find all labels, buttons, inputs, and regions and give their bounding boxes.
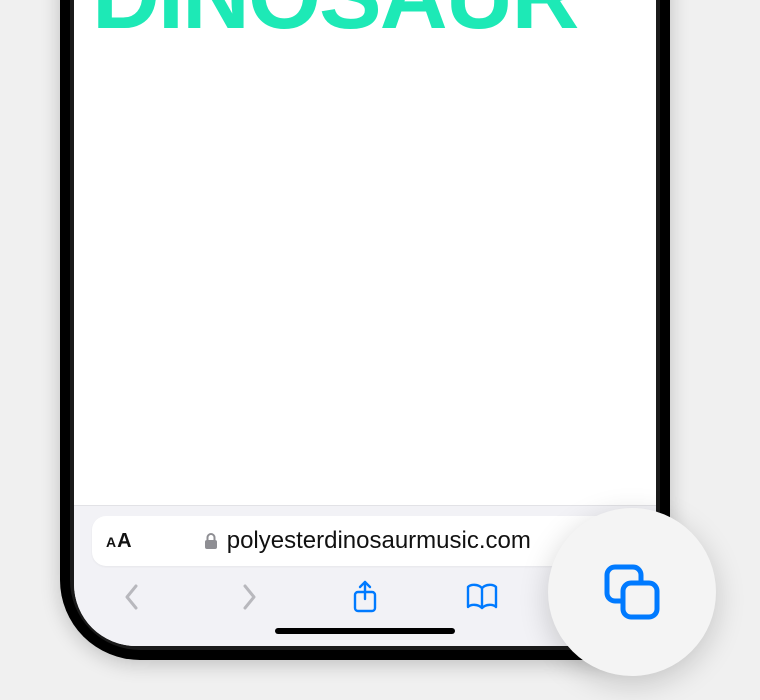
book-icon bbox=[465, 582, 499, 612]
text-size-small-a: A bbox=[106, 534, 116, 550]
text-size-button[interactable]: A A bbox=[106, 530, 132, 553]
bookmarks-button[interactable] bbox=[458, 573, 506, 621]
forward-button[interactable] bbox=[225, 573, 273, 621]
chevron-left-icon bbox=[122, 582, 142, 612]
home-indicator[interactable] bbox=[275, 628, 455, 634]
text-size-large-a: A bbox=[117, 530, 131, 553]
webpage-content[interactable]: POLYESTER DINOSAUR bbox=[74, 0, 656, 505]
lock-icon bbox=[203, 532, 219, 550]
share-button[interactable] bbox=[341, 573, 389, 621]
tabs-callout bbox=[548, 508, 716, 676]
hero-text-line2: DINOSAUR bbox=[92, 0, 638, 39]
chevron-right-icon bbox=[239, 582, 259, 612]
back-button[interactable] bbox=[108, 573, 156, 621]
tabs-icon bbox=[597, 557, 667, 627]
url-text: polyesterdinosaurmusic.com bbox=[227, 527, 531, 555]
url-display[interactable]: polyesterdinosaurmusic.com bbox=[142, 527, 592, 555]
share-icon bbox=[351, 580, 379, 614]
background-card: POLYESTER DINOSAUR A A bbox=[0, 0, 760, 700]
